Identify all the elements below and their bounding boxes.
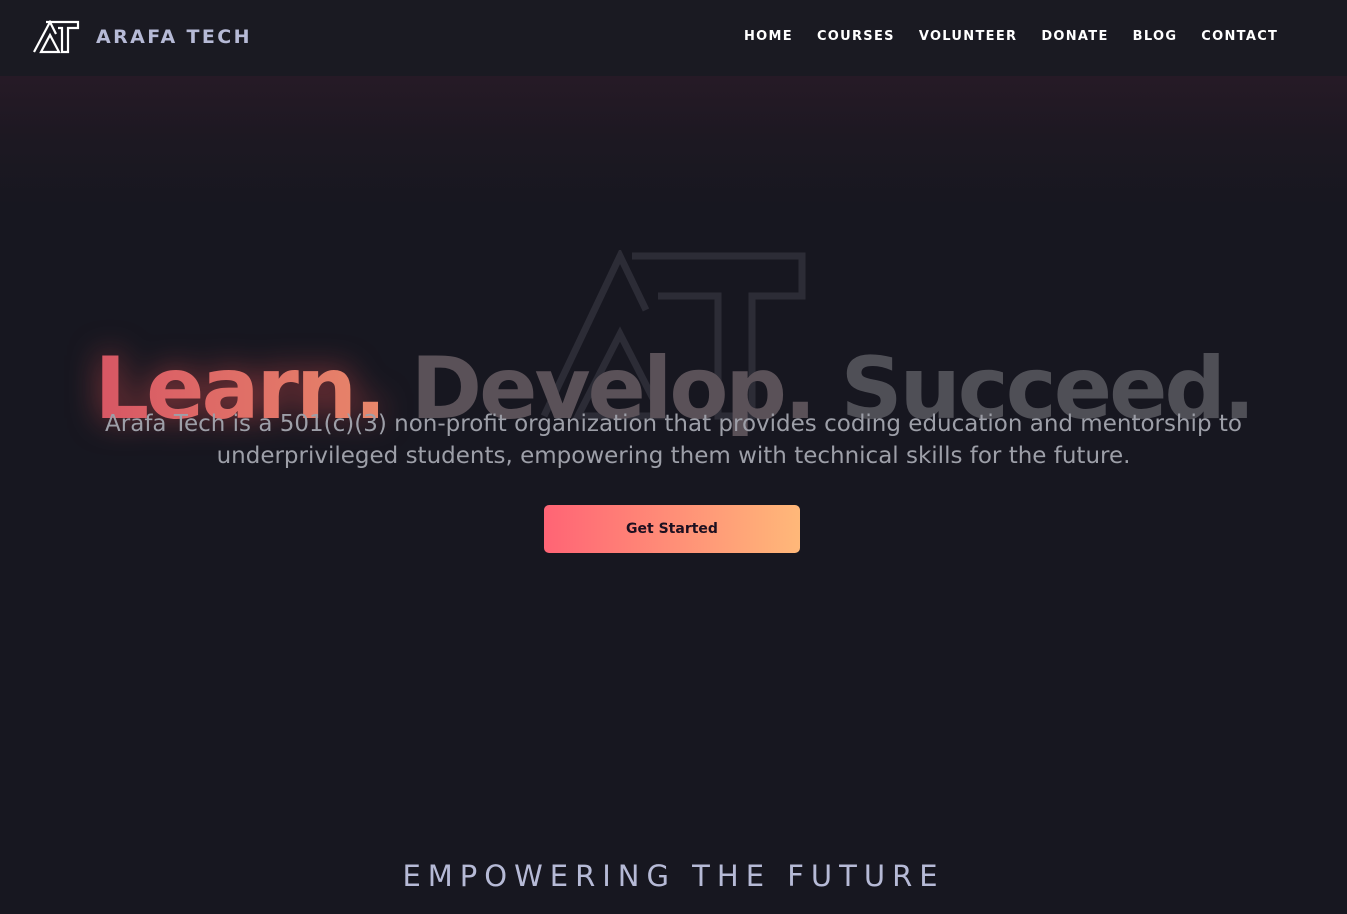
navbar: ARAFA TECH HOME COURSES VOLUNTEER DONATE… [0,0,1347,76]
nav-link-home[interactable]: HOME [744,27,793,47]
nav-link-volunteer[interactable]: VOLUNTEER [919,27,1017,47]
brand-name: ARAFA TECH [96,26,252,48]
brand-logo-icon [33,20,80,54]
brand-link[interactable]: ARAFA TECH [32,19,252,55]
hero-subtitle: Arafa Tech is a 501(c)(3) non-profit org… [105,411,1242,469]
get-started-button[interactable]: Get Started [544,505,800,553]
main-nav: HOME COURSES VOLUNTEER DONATE BLOG CONTA… [744,27,1278,47]
nav-link-contact[interactable]: CONTACT [1201,27,1278,47]
nav-link-courses[interactable]: COURSES [817,27,895,47]
hero-section: Learn. Develop. Succeed. Arafa Tech is a… [0,76,1347,914]
nav-link-donate[interactable]: DONATE [1041,27,1108,47]
nav-link-blog[interactable]: BLOG [1133,27,1178,47]
section-title: EMPOWERING THE FUTURE [402,859,945,893]
